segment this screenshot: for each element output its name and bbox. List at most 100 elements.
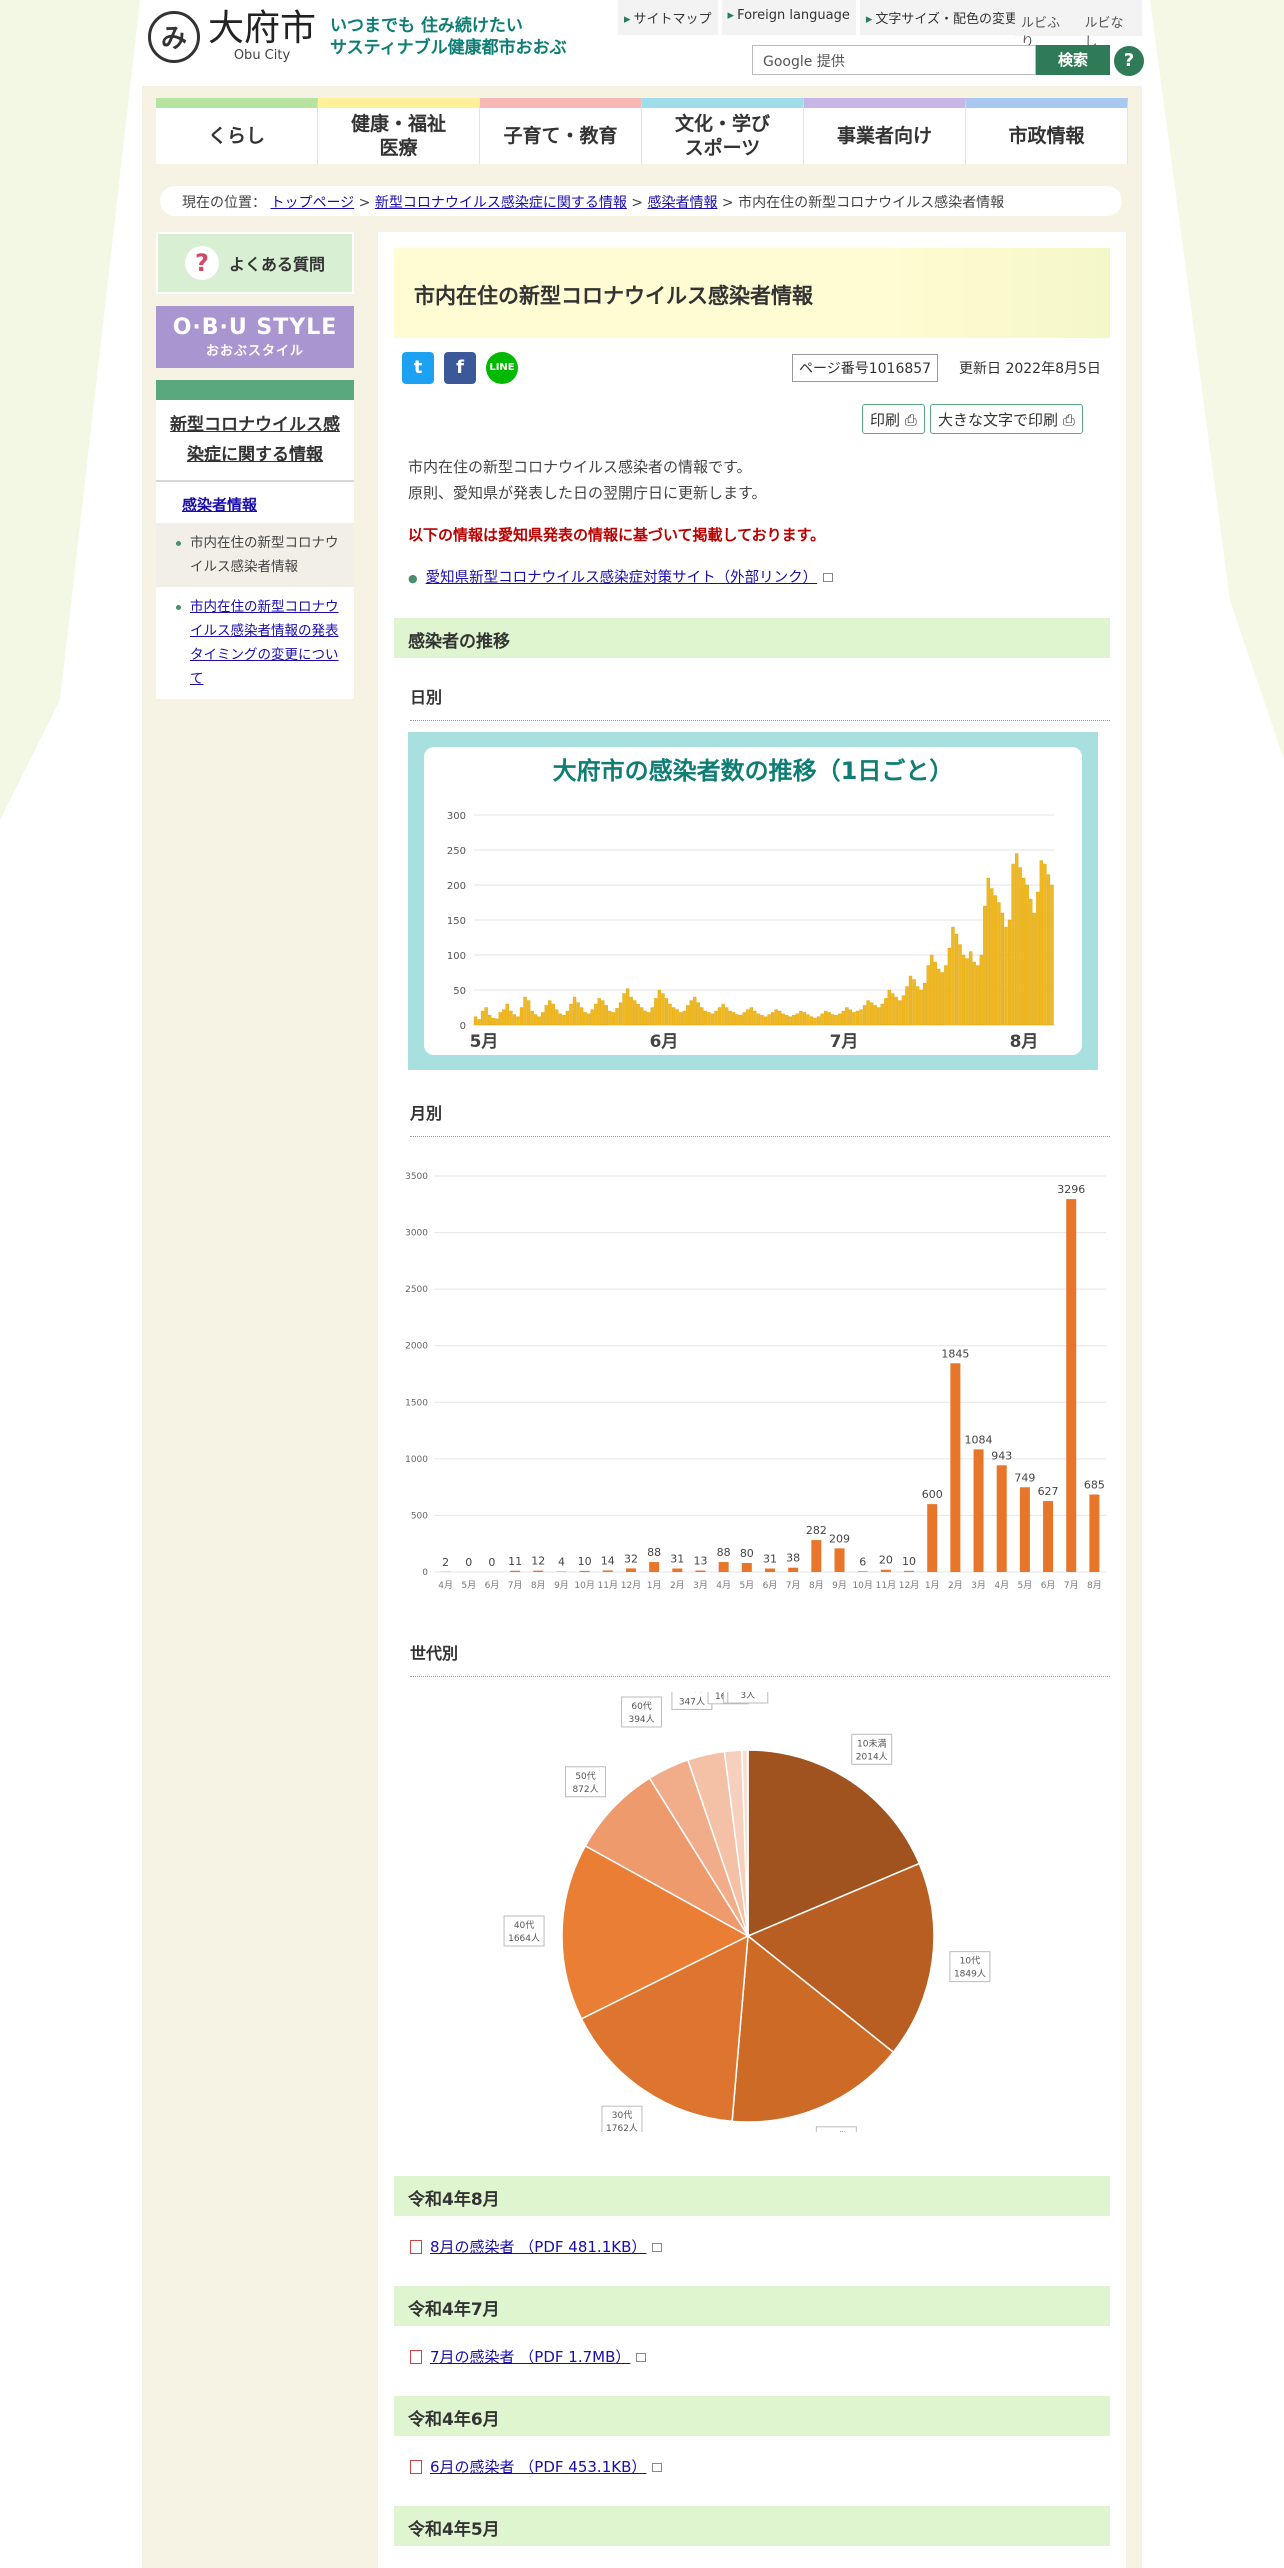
breadcrumb-covid[interactable]: 新型コロナウイルス感染症に関する情報: [375, 195, 627, 211]
nav-health-welfare[interactable]: 健康・福祉 医療: [318, 98, 480, 164]
daily-bar: [898, 1000, 902, 1026]
data-label: 0: [465, 1556, 472, 1569]
x-tick-label: 12月: [621, 1580, 641, 1591]
daily-bar: [668, 1003, 672, 1026]
breadcrumb-infection[interactable]: 感染者情報: [647, 195, 717, 211]
print-button[interactable]: 印刷 ⎙: [862, 404, 925, 434]
local-menu-title[interactable]: 新型コロナウイルス感染症に関する情報: [156, 400, 354, 482]
data-label: 31: [670, 1552, 684, 1565]
ruby-on-button[interactable]: ルビふり: [1015, 0, 1079, 50]
daily-bar: [813, 1017, 817, 1026]
pie-label: 10代: [960, 1956, 980, 1967]
daily-bar: [859, 1009, 863, 1026]
notice-text: 以下の情報は愛知県発表の情報に基づいて掲載しております。: [408, 526, 826, 544]
data-label: 38: [786, 1552, 800, 1565]
daily-bar: [1004, 926, 1008, 1026]
pdf-link[interactable]: 8月の感染者 （PDF 481.1KB）: [410, 2236, 663, 2257]
x-tick-label: 9月: [554, 1580, 569, 1591]
global-nav: くらし 健康・福祉 医療 子育て・教育 文化・学び スポーツ 事業者向け 市政情…: [156, 98, 1128, 164]
daily-bar: [831, 1014, 835, 1026]
daily-bar: [869, 1002, 874, 1026]
city-slogan: いつまでも 住み続けたい サスティナブル健康都市おおぶ: [330, 15, 567, 58]
site-logo[interactable]: み 大府市 Obu City いつまでも 住み続けたい サスティナブル健康都市お…: [148, 10, 567, 63]
daily-bar: [919, 989, 923, 1026]
nav-business[interactable]: 事業者向け: [804, 98, 966, 164]
daily-bar: [816, 1016, 821, 1026]
monthly-bar: [602, 1570, 613, 1572]
daily-bar: [643, 1010, 647, 1026]
daily-bar: [647, 1012, 651, 1026]
daily-bar: [753, 1010, 757, 1026]
monthly-bar: [834, 1548, 845, 1572]
data-label: 11: [508, 1555, 522, 1568]
daily-bar: [484, 1007, 488, 1026]
daily-bar: [717, 1007, 722, 1026]
month-heading: 令和4年7月: [394, 2286, 1110, 2326]
breadcrumb-current: 市内在住の新型コロナウイルス感染者情報: [738, 195, 1005, 211]
breadcrumb-top[interactable]: トップページ: [270, 195, 354, 211]
faq-banner[interactable]: ? よくある質問: [156, 232, 354, 294]
daily-bar: [735, 1014, 739, 1026]
daily-bar: [544, 1005, 548, 1026]
daily-bar: [933, 961, 937, 1026]
daily-bar: [498, 1012, 502, 1026]
x-tick-label: 5月: [739, 1580, 754, 1591]
print-large-button[interactable]: 大きな文字で印刷 ⎙: [930, 404, 1083, 434]
help-icon[interactable]: ?: [1114, 46, 1144, 76]
pdf-link[interactable]: 6月の感染者 （PDF 453.1KB）: [410, 2456, 663, 2477]
local-menu-item[interactable]: 市内在住の新型コロナウイルス感染者情報の発表タイミングの変更について: [156, 587, 354, 699]
daily-bar: [664, 998, 669, 1026]
daily-bar: [661, 993, 665, 1026]
daily-bar: [777, 1010, 782, 1026]
monthly-bar: [625, 1568, 636, 1572]
pie-label: 10未満: [857, 1737, 886, 1749]
daily-bar: [848, 1009, 853, 1026]
ruby-toggle: ルビふり ルビなし: [1015, 0, 1143, 50]
ruby-off-button[interactable]: ルビなし: [1079, 0, 1143, 50]
daily-bar: [519, 1007, 524, 1026]
line-icon[interactable]: LINE: [486, 352, 518, 384]
x-tick-label: 9月: [832, 1580, 847, 1591]
pie-value: 2014人: [856, 1751, 888, 1762]
daily-bar: [788, 1016, 792, 1026]
sitemap-link[interactable]: サイトマップ: [618, 0, 718, 35]
daily-bar: [502, 1009, 506, 1026]
y-tick-label: 500: [411, 1511, 428, 1521]
y-tick-label: 1500: [405, 1398, 428, 1408]
pdf-link[interactable]: 7月の感染者 （PDF 1.7MB）: [410, 2346, 647, 2367]
search-input[interactable]: Google 提供: [752, 45, 1036, 75]
subsection-monthly: 月別: [410, 1100, 1110, 1137]
daily-bar: [1029, 898, 1033, 1026]
nav-city-government[interactable]: 市政情報: [966, 98, 1128, 164]
pie-value: 872人: [572, 1784, 598, 1795]
search-button[interactable]: 検索: [1036, 45, 1110, 75]
daily-bar: [986, 877, 990, 1026]
daily-bar: [533, 1014, 538, 1026]
facebook-icon[interactable]: f: [444, 352, 476, 384]
nav-childcare-education[interactable]: 子育て・教育: [480, 98, 642, 164]
city-name-en: Obu City: [233, 48, 291, 63]
daily-bar: [774, 1009, 778, 1026]
data-label: 2: [442, 1556, 449, 1569]
nav-kurashi[interactable]: くらし: [156, 98, 318, 164]
daily-bar: [608, 1010, 612, 1026]
daily-bar: [976, 965, 980, 1026]
x-tick-label: 12月: [899, 1580, 919, 1591]
x-tick-label: 8月: [1087, 1580, 1102, 1591]
foreign-language-link[interactable]: Foreign language: [721, 0, 856, 35]
external-link[interactable]: 愛知県新型コロナウイルス感染症対策サイト（外部リンク）: [408, 566, 834, 587]
nav-culture-sports[interactable]: 文化・学び スポーツ: [642, 98, 804, 164]
local-menu-sub[interactable]: 感染者情報: [156, 482, 354, 523]
obu-style-banner[interactable]: O·B·U STYLE おおぶスタイル: [156, 306, 354, 368]
daily-bar: [901, 995, 906, 1026]
data-label: 600: [922, 1488, 943, 1501]
text-size-color-link[interactable]: 文字サイズ・配色の変更: [859, 0, 1025, 35]
twitter-icon[interactable]: t: [402, 352, 434, 384]
pdf-icon: [410, 2350, 422, 2364]
daily-bar: [604, 1005, 609, 1026]
site-header: み 大府市 Obu City いつまでも 住み続けたい サスティナブル健康都市お…: [142, 0, 1144, 86]
daily-bar: [537, 1016, 541, 1026]
daily-bar: [912, 979, 916, 1026]
x-tick-label: 2月: [948, 1580, 963, 1591]
window-icon: [636, 2353, 647, 2362]
